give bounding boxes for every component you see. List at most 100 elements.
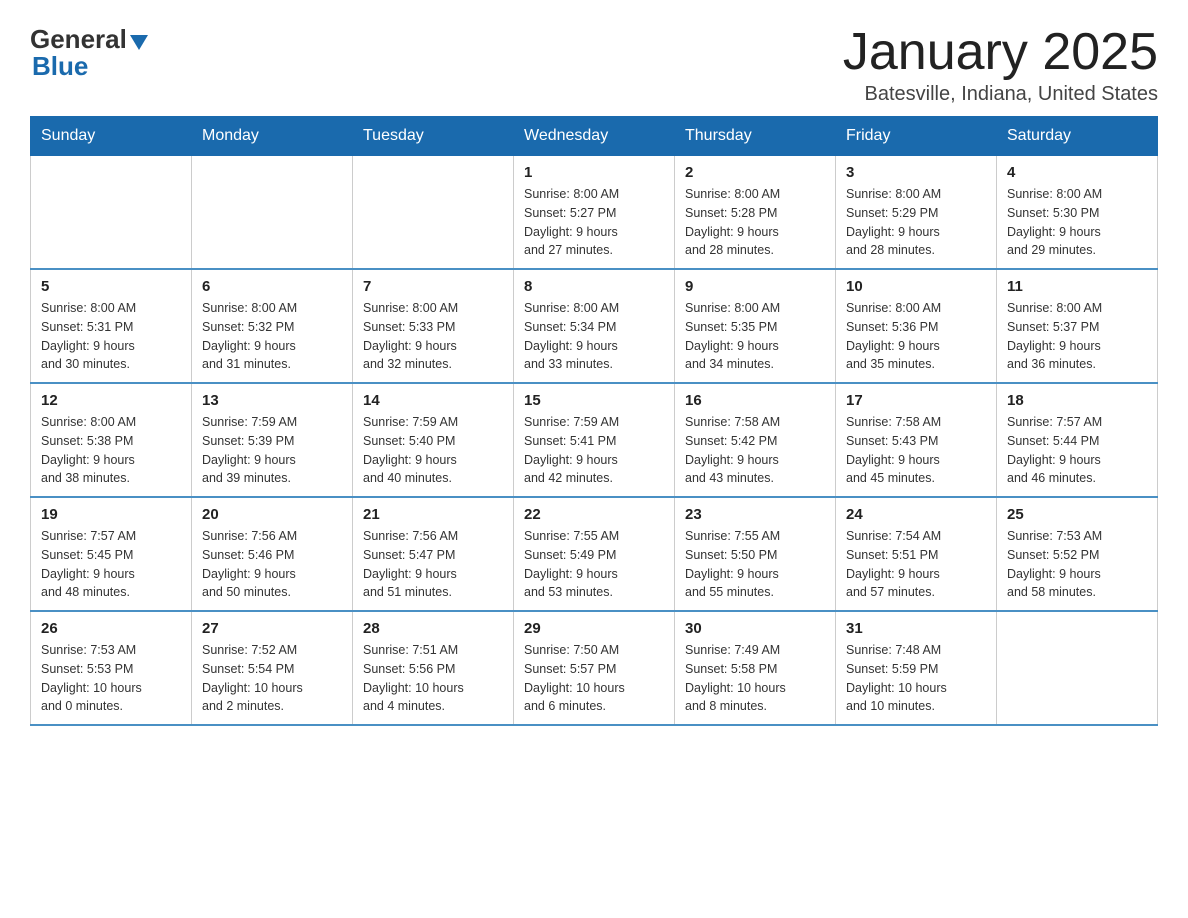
header-day-monday: Monday [192, 117, 353, 156]
calendar-week-row: 26 Sunrise: 7:53 AM Sunset: 5:53 PM Dayli… [31, 611, 1158, 725]
day-number: 1 [524, 164, 664, 181]
calendar-cell: 25 Sunrise: 7:53 AM Sunset: 5:52 PM Dayli… [997, 497, 1158, 611]
day-info: Sunrise: 7:50 AM Sunset: 5:57 PM Dayligh… [524, 641, 664, 716]
day-info: Sunrise: 8:00 AM Sunset: 5:31 PM Dayligh… [41, 299, 181, 374]
calendar-cell: 29 Sunrise: 7:50 AM Sunset: 5:57 PM Dayli… [514, 611, 675, 725]
calendar-cell: 1 Sunrise: 8:00 AM Sunset: 5:27 PM Daylig… [514, 156, 675, 270]
calendar-cell: 24 Sunrise: 7:54 AM Sunset: 5:51 PM Dayli… [836, 497, 997, 611]
day-info: Sunrise: 7:57 AM Sunset: 5:44 PM Dayligh… [1007, 413, 1147, 488]
calendar-cell: 5Sunrise: 8:00 AM Sunset: 5:31 PM Daylig… [31, 269, 192, 383]
calendar-cell: 22 Sunrise: 7:55 AM Sunset: 5:49 PM Dayli… [514, 497, 675, 611]
logo-blue-text: Blue [30, 51, 88, 82]
calendar-cell: 28 Sunrise: 7:51 AM Sunset: 5:56 PM Dayli… [353, 611, 514, 725]
calendar-cell: 2 Sunrise: 8:00 AM Sunset: 5:28 PM Daylig… [675, 156, 836, 270]
day-info: Sunrise: 7:48 AM Sunset: 5:59 PM Dayligh… [846, 641, 986, 716]
day-info: Sunrise: 8:00 AM Sunset: 5:37 PM Dayligh… [1007, 299, 1147, 374]
day-info: Sunrise: 7:58 AM Sunset: 5:42 PM Dayligh… [685, 413, 825, 488]
day-number: 8 [524, 278, 664, 295]
day-number: 28 [363, 620, 503, 637]
day-number: 23 [685, 506, 825, 523]
day-number: 22 [524, 506, 664, 523]
calendar-table: SundayMondayTuesdayWednesdayThursdayFrid… [30, 116, 1158, 726]
day-number: 31 [846, 620, 986, 637]
calendar-cell: 26 Sunrise: 7:53 AM Sunset: 5:53 PM Dayli… [31, 611, 192, 725]
calendar-week-row: 19 Sunrise: 7:57 AM Sunset: 5:45 PM Dayli… [31, 497, 1158, 611]
calendar-week-row: 12Sunrise: 8:00 AM Sunset: 5:38 PM Dayli… [31, 383, 1158, 497]
day-number: 2 [685, 164, 825, 181]
day-number: 26 [41, 620, 181, 637]
calendar-subtitle: Batesville, Indiana, United States [843, 83, 1158, 106]
calendar-cell [192, 156, 353, 270]
calendar-cell [997, 611, 1158, 725]
calendar-cell [353, 156, 514, 270]
logo-triangle-icon [130, 35, 148, 50]
day-number: 7 [363, 278, 503, 295]
day-info: Sunrise: 7:52 AM Sunset: 5:54 PM Dayligh… [202, 641, 342, 716]
day-info: Sunrise: 7:53 AM Sunset: 5:52 PM Dayligh… [1007, 527, 1147, 602]
calendar-cell: 15Sunrise: 7:59 AM Sunset: 5:41 PM Dayli… [514, 383, 675, 497]
calendar-cell: 6 Sunrise: 8:00 AM Sunset: 5:32 PM Daylig… [192, 269, 353, 383]
day-info: Sunrise: 8:00 AM Sunset: 5:29 PM Dayligh… [846, 185, 986, 260]
day-info: Sunrise: 7:59 AM Sunset: 5:39 PM Dayligh… [202, 413, 342, 488]
title-block: January 2025 Batesville, Indiana, United… [843, 24, 1158, 106]
day-number: 30 [685, 620, 825, 637]
day-info: Sunrise: 8:00 AM Sunset: 5:33 PM Dayligh… [363, 299, 503, 374]
header: General Blue January 2025 Batesville, In… [30, 24, 1158, 106]
calendar-cell: 27 Sunrise: 7:52 AM Sunset: 5:54 PM Dayli… [192, 611, 353, 725]
calendar-cell: 16 Sunrise: 7:58 AM Sunset: 5:42 PM Dayli… [675, 383, 836, 497]
day-number: 19 [41, 506, 181, 523]
day-number: 20 [202, 506, 342, 523]
day-info: Sunrise: 7:57 AM Sunset: 5:45 PM Dayligh… [41, 527, 181, 602]
calendar-week-row: 1 Sunrise: 8:00 AM Sunset: 5:27 PM Daylig… [31, 156, 1158, 270]
day-info: Sunrise: 8:00 AM Sunset: 5:34 PM Dayligh… [524, 299, 664, 374]
day-number: 4 [1007, 164, 1147, 181]
day-info: Sunrise: 8:00 AM Sunset: 5:35 PM Dayligh… [685, 299, 825, 374]
day-number: 6 [202, 278, 342, 295]
day-info: Sunrise: 8:00 AM Sunset: 5:36 PM Dayligh… [846, 299, 986, 374]
calendar-cell [31, 156, 192, 270]
calendar-cell: 10Sunrise: 8:00 AM Sunset: 5:36 PM Dayli… [836, 269, 997, 383]
calendar-cell: 12Sunrise: 8:00 AM Sunset: 5:38 PM Dayli… [31, 383, 192, 497]
day-number: 14 [363, 392, 503, 409]
header-day-thursday: Thursday [675, 117, 836, 156]
calendar-cell: 20Sunrise: 7:56 AM Sunset: 5:46 PM Dayli… [192, 497, 353, 611]
day-info: Sunrise: 7:59 AM Sunset: 5:41 PM Dayligh… [524, 413, 664, 488]
day-number: 21 [363, 506, 503, 523]
day-info: Sunrise: 7:55 AM Sunset: 5:49 PM Dayligh… [524, 527, 664, 602]
calendar-cell: 30Sunrise: 7:49 AM Sunset: 5:58 PM Dayli… [675, 611, 836, 725]
calendar-cell: 14 Sunrise: 7:59 AM Sunset: 5:40 PM Dayli… [353, 383, 514, 497]
calendar-cell: 4Sunrise: 8:00 AM Sunset: 5:30 PM Daylig… [997, 156, 1158, 270]
day-info: Sunrise: 8:00 AM Sunset: 5:28 PM Dayligh… [685, 185, 825, 260]
day-info: Sunrise: 7:55 AM Sunset: 5:50 PM Dayligh… [685, 527, 825, 602]
day-info: Sunrise: 7:53 AM Sunset: 5:53 PM Dayligh… [41, 641, 181, 716]
calendar-cell: 3 Sunrise: 8:00 AM Sunset: 5:29 PM Daylig… [836, 156, 997, 270]
header-day-friday: Friday [836, 117, 997, 156]
calendar-title: January 2025 [843, 24, 1158, 81]
day-number: 27 [202, 620, 342, 637]
day-info: Sunrise: 8:00 AM Sunset: 5:32 PM Dayligh… [202, 299, 342, 374]
day-number: 12 [41, 392, 181, 409]
calendar-week-row: 5Sunrise: 8:00 AM Sunset: 5:31 PM Daylig… [31, 269, 1158, 383]
day-info: Sunrise: 7:58 AM Sunset: 5:43 PM Dayligh… [846, 413, 986, 488]
day-info: Sunrise: 7:54 AM Sunset: 5:51 PM Dayligh… [846, 527, 986, 602]
day-number: 24 [846, 506, 986, 523]
day-number: 25 [1007, 506, 1147, 523]
calendar-cell: 8 Sunrise: 8:00 AM Sunset: 5:34 PM Daylig… [514, 269, 675, 383]
day-number: 29 [524, 620, 664, 637]
calendar-cell: 31 Sunrise: 7:48 AM Sunset: 5:59 PM Dayli… [836, 611, 997, 725]
day-info: Sunrise: 8:00 AM Sunset: 5:27 PM Dayligh… [524, 185, 664, 260]
header-day-tuesday: Tuesday [353, 117, 514, 156]
calendar-header-row: SundayMondayTuesdayWednesdayThursdayFrid… [31, 117, 1158, 156]
day-number: 17 [846, 392, 986, 409]
day-info: Sunrise: 7:59 AM Sunset: 5:40 PM Dayligh… [363, 413, 503, 488]
calendar-cell: 17 Sunrise: 7:58 AM Sunset: 5:43 PM Dayli… [836, 383, 997, 497]
day-number: 11 [1007, 278, 1147, 295]
day-number: 16 [685, 392, 825, 409]
header-day-wednesday: Wednesday [514, 117, 675, 156]
calendar-cell: 18Sunrise: 7:57 AM Sunset: 5:44 PM Dayli… [997, 383, 1158, 497]
day-number: 3 [846, 164, 986, 181]
calendar-cell: 9Sunrise: 8:00 AM Sunset: 5:35 PM Daylig… [675, 269, 836, 383]
calendar-cell: 11 Sunrise: 8:00 AM Sunset: 5:37 PM Dayli… [997, 269, 1158, 383]
day-info: Sunrise: 7:51 AM Sunset: 5:56 PM Dayligh… [363, 641, 503, 716]
logo: General Blue [30, 24, 148, 82]
